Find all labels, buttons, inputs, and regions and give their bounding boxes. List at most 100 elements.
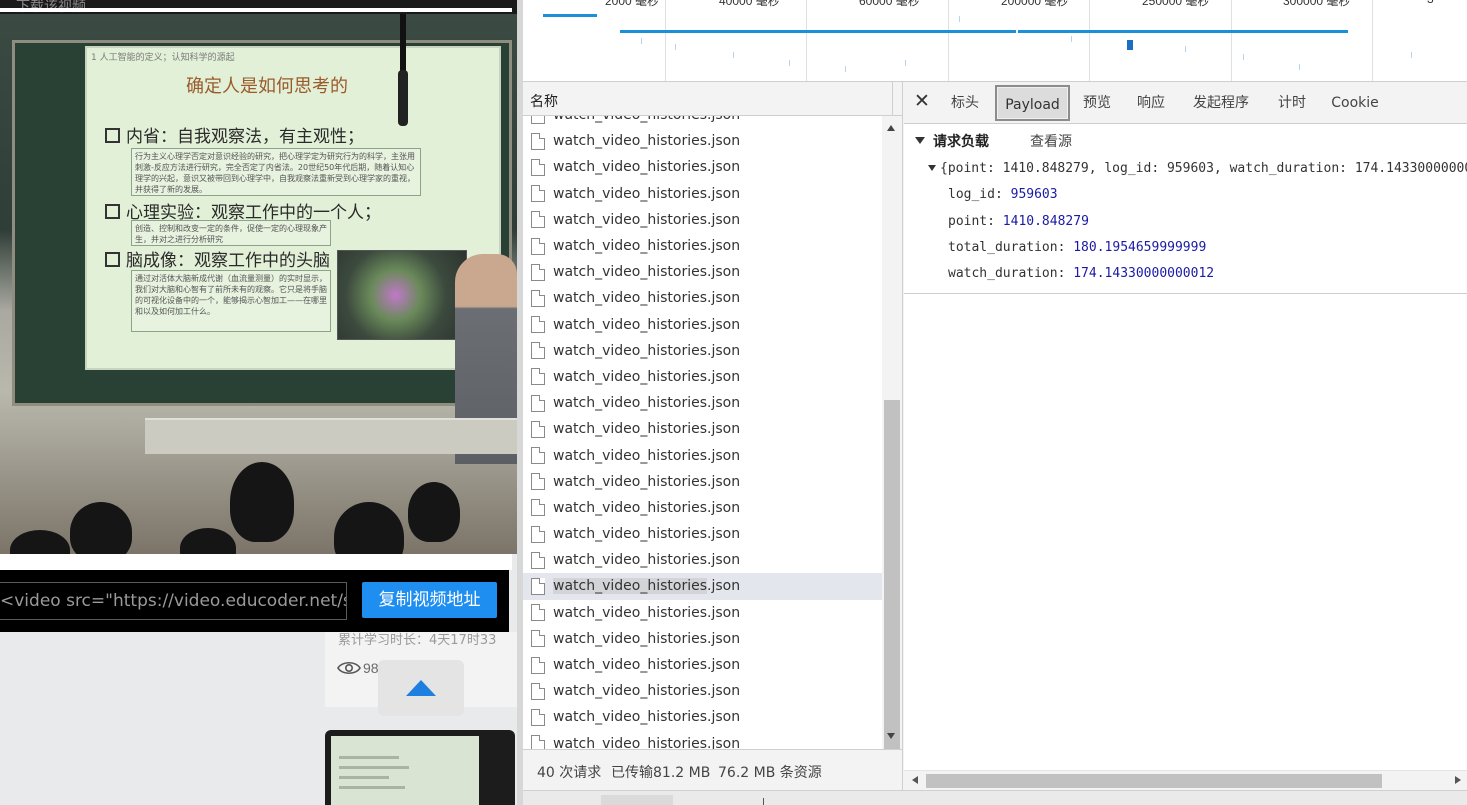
top-progress-bar <box>0 8 512 12</box>
scroll-down-arrow-icon[interactable] <box>887 733 895 739</box>
timeline-dot <box>789 60 790 66</box>
request-row-selected[interactable]: watch_video_histories .json <box>523 573 882 600</box>
file-icon <box>531 682 545 700</box>
close-icon[interactable]: ✕ <box>914 92 930 112</box>
timeline-dot <box>845 66 846 72</box>
scrollbar-thumb[interactable] <box>884 400 900 749</box>
tab-payload[interactable]: Payload <box>995 85 1070 121</box>
copy-video-url-button[interactable]: 复制视频地址 <box>362 582 497 618</box>
request-row[interactable]: watch_video_histories.json <box>523 312 882 338</box>
request-name: watch_video_histories.json <box>553 735 741 749</box>
tab-preview[interactable]: 预览 <box>1076 85 1118 121</box>
video-url-input[interactable]: <video src="https://video.educoder.net/s… <box>0 582 347 620</box>
view-source-link[interactable]: 查看源 <box>1030 131 1072 151</box>
scroll-right-arrow-icon[interactable] <box>1455 776 1461 784</box>
request-row[interactable]: watch_video_histories.json <box>523 600 882 626</box>
scroll-left-arrow-icon[interactable] <box>912 776 918 784</box>
request-row[interactable]: watch_video_histories.json <box>523 390 882 416</box>
learn-time-text: 累计学习时长：4天17时33 <box>338 633 497 648</box>
file-icon <box>531 185 545 203</box>
request-row[interactable]: watch_video_histories.json <box>523 128 882 154</box>
timeline-tick-label: 2000 毫秒 <box>605 0 660 8</box>
drawer-tab[interactable] <box>601 795 673 805</box>
tab-initiator[interactable]: 发起程序 <box>1184 85 1258 121</box>
request-row[interactable]: watch_video_histories.json <box>523 547 882 573</box>
request-row[interactable]: watch_video_histories.json <box>523 233 882 259</box>
network-overview-timeline[interactable]: 2000 毫秒 40000 毫秒 60000 毫秒 200000 毫秒 2500… <box>523 0 1467 82</box>
payload-object-summary[interactable]: {point: 1410.848279, log_id: 959603, wat… <box>928 161 1467 176</box>
horizontal-scrollbar-thumb[interactable] <box>926 774 1382 788</box>
microphone <box>398 14 408 126</box>
request-list-scrollbar[interactable] <box>882 116 902 749</box>
tab-timing[interactable]: 计时 <box>1270 85 1314 121</box>
tab-response[interactable]: 响应 <box>1130 85 1172 121</box>
timeline-gridline <box>1089 0 1090 81</box>
timeline-tick-label: 250000 毫秒 <box>1142 0 1210 8</box>
request-row[interactable]: watch_video_histories.json <box>523 181 882 207</box>
payload-value: 174.14330000000012 <box>1073 266 1215 281</box>
caret-down-icon[interactable] <box>915 137 925 144</box>
request-list-pane: watch_video_histories.json watch_video_hi… <box>523 82 903 749</box>
request-row[interactable]: watch_video_histories.json <box>523 495 882 521</box>
timeline-gridline <box>806 0 807 81</box>
request-row[interactable]: watch_video_histories.json <box>523 678 882 704</box>
related-video-thumbnail[interactable] <box>325 730 515 805</box>
student-head <box>334 502 404 554</box>
timeline-dot <box>1411 52 1412 58</box>
tab-cookies[interactable]: Cookie <box>1324 85 1386 121</box>
video-player[interactable]: 1 人工智能的定义；认知科学的源起 确定人是如何思考的 内省：自我观察法，有主观… <box>0 14 517 554</box>
slide-title: 确定人是如何思考的 <box>186 76 348 97</box>
thumbnail-slide <box>331 736 479 805</box>
timeline-request-bar <box>543 14 597 17</box>
thumbnail-line <box>339 766 409 769</box>
scroll-up-arrow-icon[interactable] <box>887 125 895 131</box>
name-column-header[interactable]: 名称 <box>523 82 902 116</box>
payload-key: total_duration <box>948 240 1058 255</box>
file-icon <box>531 420 545 438</box>
timeline-dot <box>1299 64 1300 70</box>
request-row[interactable]: watch_video_histories.json <box>523 521 882 547</box>
request-count: 40 次请求 <box>537 765 602 781</box>
request-row[interactable]: watch_video_histories.json <box>523 652 882 678</box>
file-icon <box>531 342 545 360</box>
request-row[interactable]: watch_video_histories.json <box>523 416 882 442</box>
timeline-gridline <box>665 0 666 81</box>
file-icon <box>531 708 545 726</box>
request-name-ext: .json <box>707 578 741 595</box>
request-row[interactable]: watch_video_histories.json <box>523 469 882 495</box>
payload-value: 180.1954659999999 <box>1073 240 1207 255</box>
file-icon <box>531 630 545 648</box>
student-head <box>408 482 460 542</box>
request-row[interactable]: watch_video_histories.json <box>523 442 882 468</box>
payload-key: watch_duration <box>948 266 1058 281</box>
request-row[interactable]: watch_video_histories.json <box>523 285 882 311</box>
timeline-gridline <box>948 0 949 81</box>
caret-down-icon[interactable] <box>928 165 936 171</box>
request-name: watch_video_histories.json <box>553 683 741 700</box>
request-name: watch_video_histories.json <box>553 159 741 176</box>
request-row[interactable]: watch_video_histories.json <box>523 259 882 285</box>
brain-scan-image <box>337 250 467 340</box>
file-icon <box>531 499 545 517</box>
arrow-up-icon <box>406 680 436 696</box>
request-row[interactable]: watch_video_histories.json <box>523 626 882 652</box>
tab-headers[interactable]: 标头 <box>942 85 988 121</box>
file-icon <box>531 577 545 595</box>
payload-section-header[interactable]: 请求负载 查看源 <box>904 124 1467 156</box>
request-row[interactable]: watch_video_histories.json <box>523 364 882 390</box>
horizontal-scrollbar[interactable] <box>904 770 1467 790</box>
column-divider[interactable] <box>892 82 893 116</box>
request-row[interactable]: watch_video_histories.json <box>523 154 882 180</box>
request-row[interactable]: watch_video_histories.json <box>523 207 882 233</box>
timeline-gridline <box>1231 0 1232 81</box>
timeline-dot <box>675 44 676 50</box>
request-row[interactable]: watch_video_histories.json <box>523 731 882 749</box>
request-row[interactable]: watch_video_histories.json <box>523 338 882 364</box>
student-head <box>230 462 294 542</box>
request-name: watch_video_histories.json <box>553 447 741 464</box>
request-row[interactable]: watch_video_histories.json <box>523 704 882 730</box>
request-name: watch_video_histories.json <box>553 630 741 647</box>
request-name: watch_video_histories.json <box>553 368 741 385</box>
file-icon <box>531 447 545 465</box>
back-to-top-button[interactable] <box>378 660 464 716</box>
